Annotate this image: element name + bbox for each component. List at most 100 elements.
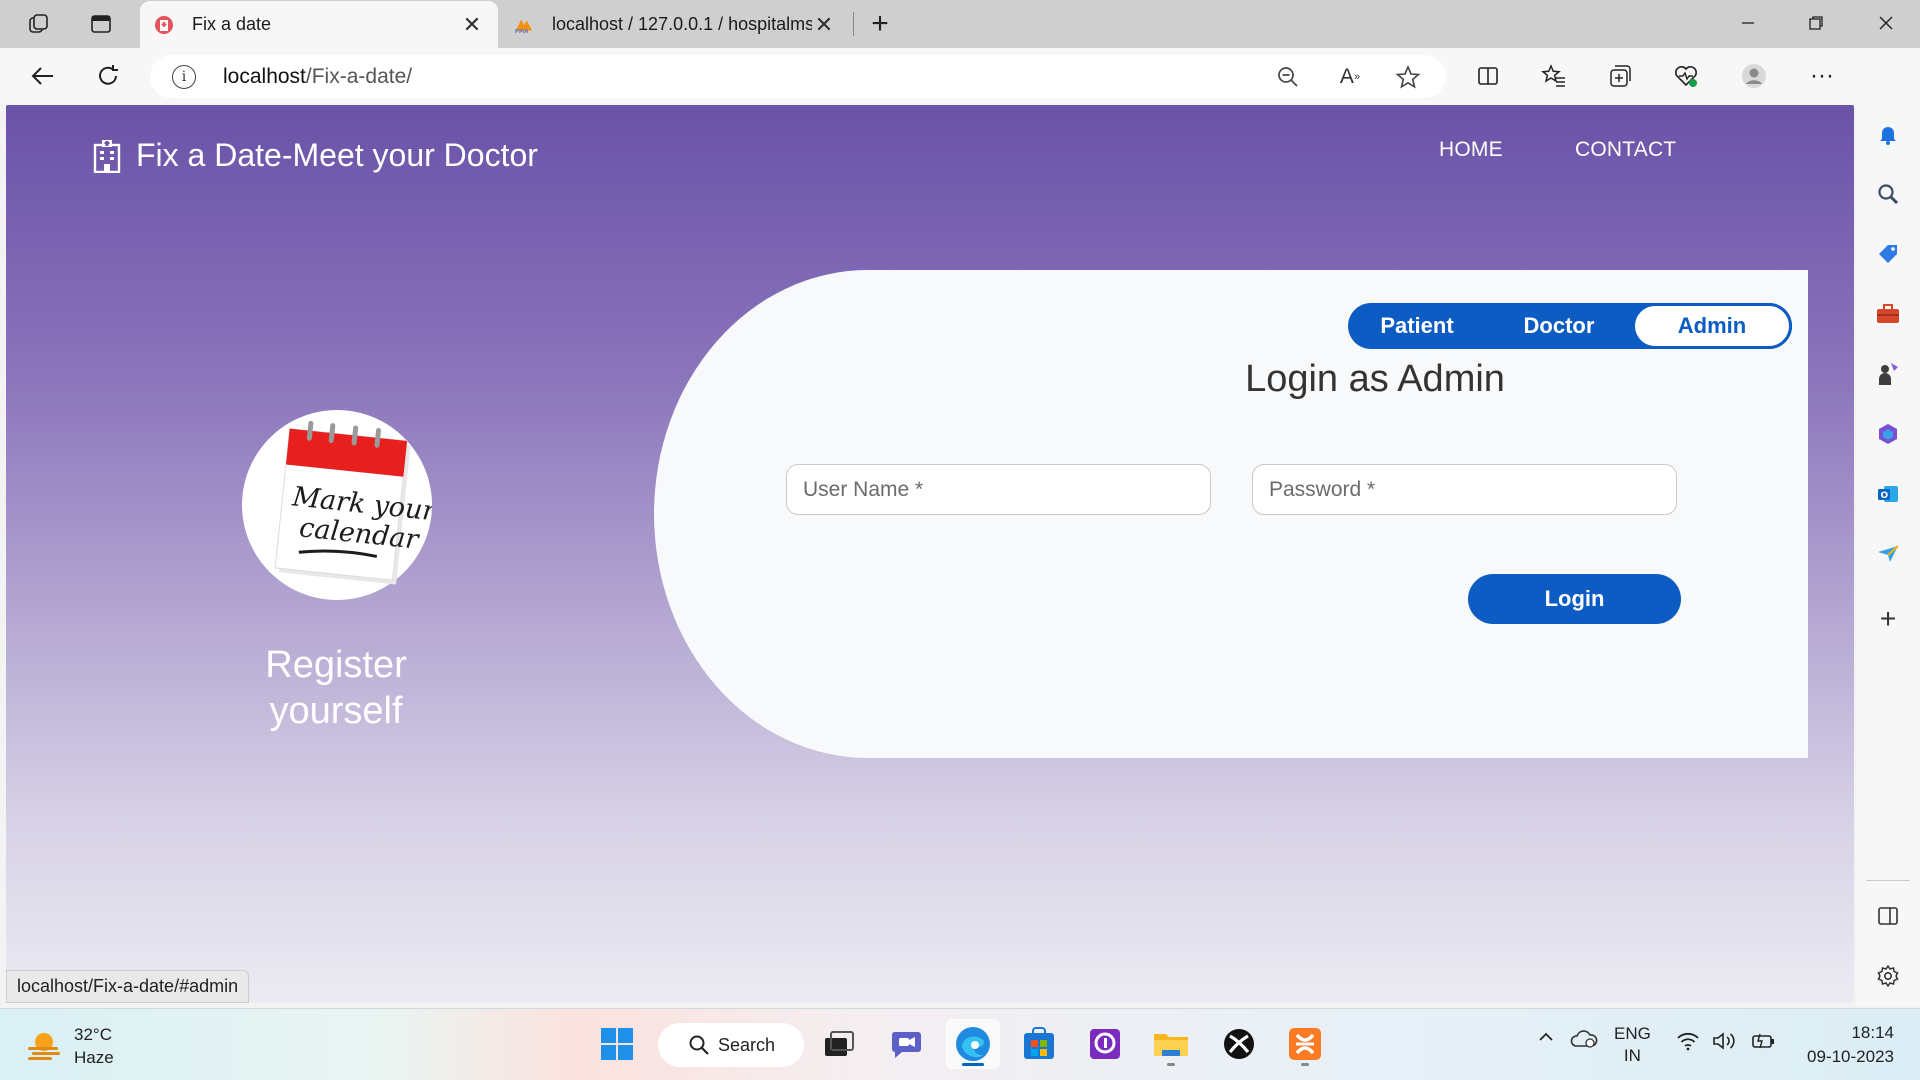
onedrive-cloud-icon[interactable] — [1570, 1029, 1598, 1054]
collections-icon[interactable] — [1602, 60, 1638, 92]
clock-time: 18:14 — [1851, 1023, 1894, 1042]
sidebar-divider — [1866, 880, 1910, 881]
tab-fix-a-date[interactable]: Fix a date ✕ — [140, 1, 498, 48]
nav-contact-link[interactable]: CONTACT — [1575, 138, 1676, 162]
close-tab-icon[interactable]: ✕ — [812, 12, 836, 37]
restore-icon[interactable] — [1782, 0, 1850, 46]
password-input[interactable] — [1252, 464, 1677, 515]
edge-sidebar: O + — [1856, 48, 1920, 1006]
minimize-icon[interactable] — [1714, 0, 1782, 46]
send-plane-icon[interactable] — [1872, 538, 1904, 570]
profile-avatar-icon[interactable] — [1736, 60, 1772, 92]
notification-bell-icon[interactable] — [1872, 118, 1904, 150]
favorite-star-icon[interactable] — [1392, 62, 1424, 92]
url-text[interactable]: localhost/Fix-a-date/ — [223, 65, 412, 89]
search-icon — [689, 1035, 709, 1055]
tab-title: Fix a date — [192, 14, 272, 34]
photo-app-icon[interactable] — [1078, 1019, 1132, 1069]
close-tab-icon[interactable]: ✕ — [460, 12, 484, 37]
clock[interactable]: 18:14 09-10-2023 — [1798, 1021, 1894, 1069]
search-sidebar-icon[interactable] — [1872, 178, 1904, 210]
language-indicator[interactable]: ENG IN — [1614, 1023, 1651, 1067]
role-doctor-tab[interactable]: Doctor — [1486, 303, 1632, 349]
games-icon[interactable] — [1872, 358, 1904, 390]
volume-icon[interactable] — [1712, 1031, 1738, 1056]
search-label: Search — [718, 1034, 776, 1055]
tab-title: localhost / 127.0.0.1 / hospitalms — [552, 14, 812, 34]
more-options-icon[interactable]: ··· — [1804, 60, 1840, 92]
hospital-building-icon — [93, 139, 121, 173]
active-indicator — [962, 1063, 984, 1066]
address-bar[interactable]: i localhost/Fix-a-date/ A» — [150, 55, 1446, 98]
haze-sun-icon — [28, 1033, 60, 1060]
browser-toolbar: i localhost/Fix-a-date/ A» ··· — [0, 48, 1920, 104]
edge-browser-icon[interactable] — [946, 1019, 1000, 1069]
back-arrow-icon[interactable] — [22, 58, 62, 94]
running-indicator — [1301, 1063, 1309, 1066]
weather-condition: Haze — [74, 1048, 114, 1067]
running-indicator — [1167, 1063, 1175, 1066]
nav-home-link[interactable]: HOME — [1439, 138, 1503, 162]
task-view-icon[interactable] — [812, 1019, 866, 1069]
weather-widget[interactable]: 32°C Haze — [26, 1023, 114, 1069]
teams-chat-icon[interactable] — [880, 1019, 934, 1069]
settings-gear-icon[interactable] — [1872, 960, 1904, 992]
vertical-tabs-icon[interactable] — [84, 8, 118, 40]
refresh-icon[interactable] — [88, 58, 128, 94]
role-toggle: Patient Doctor Admin — [1348, 303, 1792, 349]
tab-phpmyadmin[interactable]: PMA localhost / 127.0.0.1 / hospitalms ✕ — [500, 1, 850, 48]
login-title-text: Login as Admin — [1245, 358, 1505, 400]
start-windows-icon[interactable] — [590, 1019, 644, 1069]
login-card: Patient Doctor Admin Login as Admin Logi… — [654, 270, 1808, 758]
site-info-icon[interactable]: i — [172, 65, 196, 89]
svg-text:O: O — [1881, 491, 1889, 501]
shopping-tag-icon[interactable] — [1872, 238, 1904, 270]
favorites-icon[interactable] — [1536, 60, 1572, 92]
hospital-favicon-icon — [154, 15, 174, 35]
svg-text:PMA: PMA — [515, 29, 529, 35]
xampp-icon[interactable] — [1278, 1019, 1332, 1069]
login-button[interactable]: Login — [1468, 574, 1681, 624]
browser-tab-strip: Fix a date ✕ PMA localhost / 127.0.0.1 /… — [0, 0, 1920, 48]
page-viewport: Fix a Date-Meet your Doctor HOME CONTACT… — [6, 105, 1854, 1003]
wifi-icon[interactable] — [1676, 1031, 1700, 1056]
new-tab-button[interactable]: + — [862, 7, 898, 41]
site-brand[interactable]: Fix a Date-Meet your Doctor — [92, 137, 538, 174]
register-line-2: yourself — [269, 690, 403, 732]
url-path: /Fix-a-date/ — [305, 65, 413, 88]
microsoft-365-icon[interactable] — [1872, 418, 1904, 450]
workspaces-icon[interactable] — [22, 8, 56, 40]
microsoft-store-icon[interactable] — [1012, 1019, 1066, 1069]
register-line-1: Register — [265, 644, 407, 686]
weather-temperature: 32°C — [74, 1025, 112, 1044]
username-input[interactable] — [786, 464, 1211, 515]
login-heading: Login as Admin — [654, 358, 1808, 401]
hide-sidebar-icon[interactable] — [1872, 900, 1904, 932]
battery-charging-icon[interactable] — [1750, 1031, 1776, 1056]
phpmyadmin-favicon-icon: PMA — [514, 15, 534, 35]
language-code: ENG — [1614, 1024, 1651, 1043]
read-aloud-icon[interactable]: A» — [1334, 62, 1366, 92]
close-window-icon[interactable] — [1852, 0, 1920, 46]
taskbar-search[interactable]: Search — [658, 1023, 804, 1067]
mark-your-calendar-illustration[interactable]: Mark your calendar — [242, 410, 439, 600]
status-bar-url: localhost/Fix-a-date/#admin — [6, 970, 250, 1003]
zoom-out-icon[interactable] — [1272, 62, 1304, 92]
split-screen-icon[interactable] — [1470, 60, 1506, 92]
file-explorer-icon[interactable] — [1144, 1019, 1198, 1069]
windows-taskbar: 32°C Haze Search ENG IN 18:14 09-10-2023 — [0, 1008, 1920, 1080]
xbox-icon[interactable] — [1212, 1019, 1266, 1069]
show-hidden-icons-chevron-icon[interactable] — [1536, 1027, 1556, 1052]
role-patient-tab[interactable]: Patient — [1348, 303, 1486, 349]
clock-date: 09-10-2023 — [1807, 1047, 1894, 1066]
region-code: IN — [1623, 1046, 1641, 1065]
tab-divider — [853, 12, 854, 36]
add-sidebar-app-icon[interactable]: + — [1872, 603, 1904, 635]
browser-essentials-icon[interactable] — [1668, 60, 1704, 92]
site-title: Fix a Date-Meet your Doctor — [136, 137, 538, 173]
register-yourself-link[interactable]: Register yourself — [166, 642, 506, 734]
tools-briefcase-icon[interactable] — [1872, 298, 1904, 330]
role-admin-tab[interactable]: Admin — [1632, 303, 1792, 349]
url-host: localhost — [223, 65, 306, 88]
outlook-icon[interactable]: O — [1872, 478, 1904, 510]
